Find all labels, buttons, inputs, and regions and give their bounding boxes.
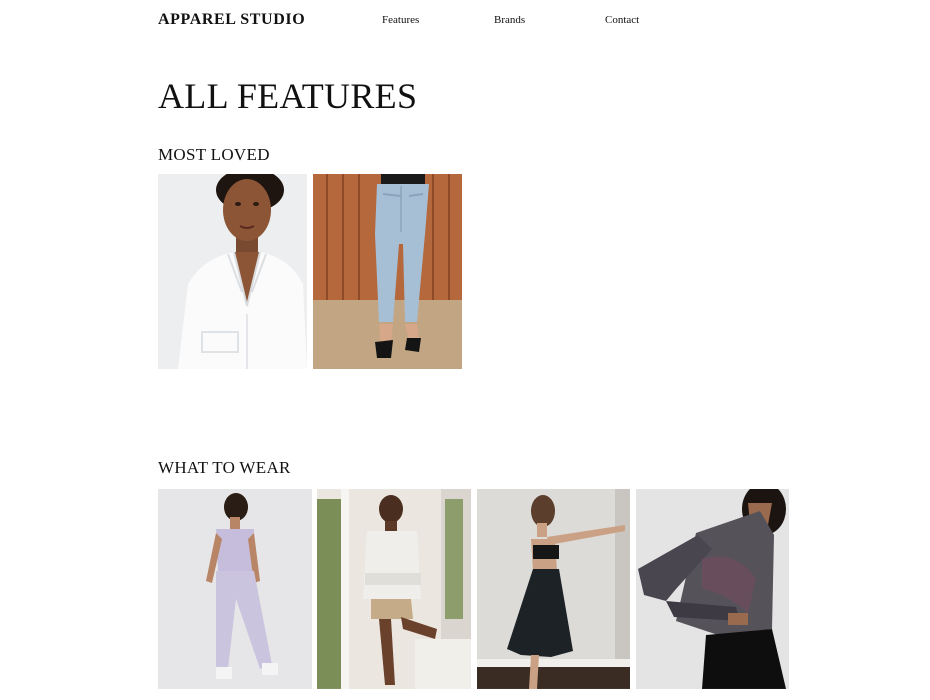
section-title-what-to-wear: WHAT TO WEAR (158, 458, 291, 477)
site-header: APPAREL STUDIO Features Brands Contact (0, 0, 930, 40)
nav-link-brands[interactable]: Brands (494, 14, 525, 26)
page-title: ALL FEATURES (158, 76, 418, 116)
woman-white-blouse-photo (158, 174, 307, 369)
product-card-white-blouse[interactable] (158, 174, 307, 369)
lavender-sweatsuit-photo (158, 489, 312, 689)
product-card-light-jeans[interactable] (313, 174, 462, 369)
section-title-most-loved: MOST LOVED (158, 145, 270, 164)
product-card-iridescent-jacket[interactable] (636, 489, 789, 689)
linen-shirt-shorts-photo (317, 489, 471, 689)
light-wash-jeans-photo (313, 174, 462, 369)
black-midi-skirt-photo (477, 489, 630, 689)
product-card-black-skirt[interactable] (477, 489, 630, 689)
product-card-lavender-sweatsuit[interactable] (158, 489, 312, 689)
nav-link-features[interactable]: Features (382, 14, 419, 26)
iridescent-jacket-photo (636, 489, 789, 689)
nav-link-contact[interactable]: Contact (605, 14, 639, 26)
brand-logo[interactable]: APPAREL STUDIO (158, 11, 305, 29)
product-card-linen-shirt[interactable] (317, 489, 471, 689)
bottom-fade (0, 688, 930, 700)
